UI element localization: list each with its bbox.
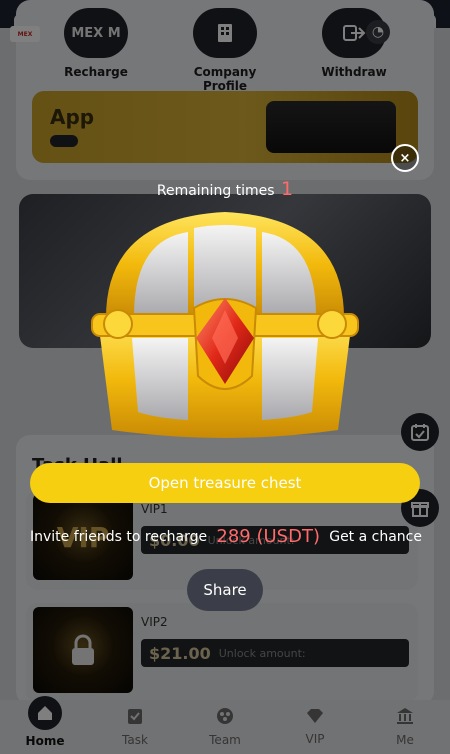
invite-amount: 289 (USDT): [216, 526, 320, 547]
invite-text: Invite friends to recharge: [30, 528, 208, 545]
treasure-chest-icon[interactable]: [76, 198, 374, 444]
invite-info: Invite friends to recharge 289 (USDT) Ge…: [30, 526, 422, 547]
remaining-times: Remaining times 1: [0, 178, 450, 200]
remaining-times-label: Remaining times: [156, 183, 275, 199]
remaining-times-count: 1: [281, 178, 294, 200]
share-button[interactable]: Share: [187, 569, 263, 611]
close-icon: ×: [399, 150, 411, 166]
close-button[interactable]: ×: [391, 144, 419, 172]
open-treasure-button[interactable]: Open treasure chest: [30, 463, 420, 503]
invite-suffix: Get a chance: [329, 528, 422, 545]
